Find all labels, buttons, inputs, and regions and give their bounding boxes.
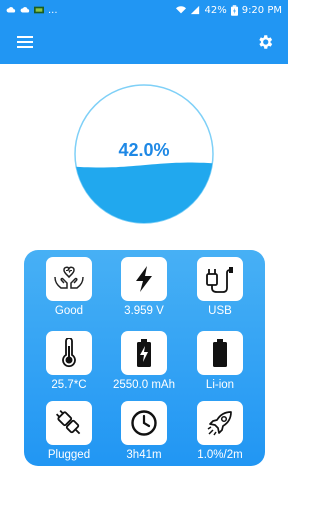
clock-icon	[131, 410, 157, 436]
usb-plug-icon	[206, 267, 233, 293]
charge-rate-button[interactable]	[197, 401, 243, 445]
health-button[interactable]	[46, 257, 92, 301]
stat-label-capacity: 2550.0 mAh	[112, 379, 175, 391]
lightning-bolt-icon	[136, 266, 152, 292]
stat-tile-health: Good	[33, 250, 105, 317]
plug-connector-icon	[55, 409, 81, 435]
time-remaining-button[interactable]	[121, 401, 167, 445]
stat-tile-capacity: 2550.0 mAh	[108, 324, 180, 391]
cloud-icon	[6, 7, 16, 13]
stat-label-time-remaining: 3h41m	[126, 449, 162, 461]
stat-tile-voltage: 3.959 V	[108, 250, 180, 317]
battery-percent-label: 42.0%	[118, 140, 170, 160]
rocket-icon	[207, 411, 232, 436]
stat-label-charge-rate: 1.0%/2m	[197, 449, 243, 461]
stat-label-technology: Li-ion	[205, 379, 235, 391]
capacity-button[interactable]	[121, 331, 167, 375]
heart-hands-icon	[54, 266, 84, 289]
stat-tile-temperature: 25.7*C	[33, 324, 105, 391]
wifi-icon	[176, 6, 187, 14]
stat-tile-charge-rate: 1.0%/2m	[184, 394, 256, 461]
battery-full-icon	[213, 339, 227, 367]
battery-level-gauge: 42.0%	[72, 82, 216, 226]
status-right-icons: 42% 9:20 PM	[176, 5, 282, 16]
status-time: 9:20 PM	[241, 4, 282, 16]
plug-state-button[interactable]	[46, 401, 92, 445]
stat-label-power-source: USB	[208, 305, 232, 317]
stats-panel: Good 3.959 V USB 25.7*C 2550.0 mAh Li-io…	[24, 250, 265, 466]
settings-button[interactable]	[254, 31, 276, 53]
status-ellipsis: ...	[48, 4, 58, 16]
battery-charging-status-icon	[230, 4, 238, 16]
app-bar	[0, 20, 288, 64]
cloud-icon	[20, 7, 30, 13]
status-left-icons: ...	[6, 5, 58, 16]
stat-tile-time-remaining: 3h41m	[108, 394, 180, 461]
battery-charging-icon	[137, 339, 151, 367]
notification-app-icon	[34, 6, 44, 14]
hamburger-menu-icon	[17, 36, 33, 48]
gear-icon	[259, 35, 273, 49]
technology-button[interactable]	[197, 331, 243, 375]
battery-percent-text: 42%	[204, 4, 227, 16]
menu-button[interactable]	[14, 31, 36, 53]
status-bar: ... 42% 9:20 PM	[0, 0, 288, 20]
stat-tile-power-source: USB	[184, 250, 256, 317]
gauge-fill	[75, 162, 213, 223]
stat-label-voltage: 3.959 V	[124, 305, 164, 317]
temperature-button[interactable]	[46, 331, 92, 375]
stat-tile-plug-state: Plugged	[33, 394, 105, 461]
voltage-button[interactable]	[121, 257, 167, 301]
signal-icon	[191, 5, 200, 15]
stat-tile-technology: Li-ion	[184, 324, 256, 391]
thermometer-icon	[62, 338, 76, 368]
power-source-button[interactable]	[197, 257, 243, 301]
